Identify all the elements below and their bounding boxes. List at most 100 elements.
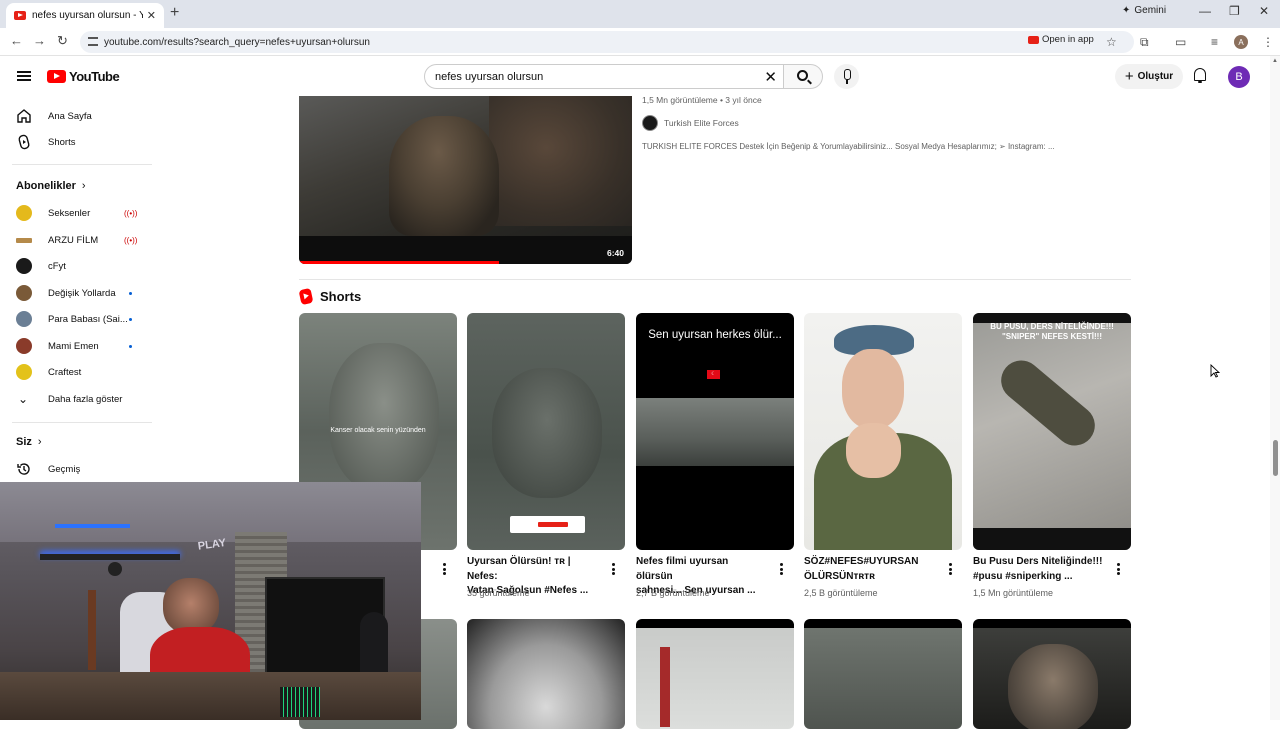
browser-menu-icon[interactable]: ⋮ [1262, 35, 1274, 49]
channel-avatar [16, 237, 32, 243]
short-title-line: SÖZ#NEFES#UYURSAN [804, 556, 919, 567]
more-options-icon[interactable] [443, 563, 446, 575]
voice-search-icon[interactable] [834, 64, 859, 89]
short-title-line: ÖLÜRSÜNᴛʀᴛʀ [804, 570, 875, 582]
shorts-logo-icon [298, 287, 314, 306]
window-close-icon[interactable]: ✕ [1259, 4, 1269, 18]
channel-link[interactable]: Turkish Elite Forces [642, 115, 739, 131]
short-title[interactable]: Bu Pusu Ders Niteliğinde!!! #pusu #snipe… [973, 555, 1103, 584]
short-thumbnail[interactable] [804, 313, 962, 550]
restore-icon[interactable]: ❐ [1229, 4, 1240, 18]
youtube-app-icon [1028, 35, 1039, 44]
back-icon[interactable]: ← [10, 33, 23, 48]
more-options-icon[interactable] [612, 563, 615, 575]
gemini-button[interactable]: ✦ Gemini [1122, 5, 1166, 16]
video-thumbnail[interactable]: 6:40 [299, 96, 632, 264]
page-scrollbar[interactable]: ▲ [1270, 56, 1280, 720]
url-text: youtube.com/results?search_query=nefes+u… [104, 36, 370, 48]
sidebar-item-label: Değişik Yollarda [48, 287, 116, 299]
chevron-down-icon: ⌄ [18, 392, 29, 406]
webcam-overlay: PLAY [0, 482, 421, 720]
open-in-app-label: Open in app [1042, 34, 1094, 45]
webcam-controller [108, 562, 122, 576]
scrollbar-thumb[interactable] [1273, 440, 1278, 476]
shorts-icon [18, 134, 30, 150]
youtube-favicon-icon [14, 11, 26, 20]
search-button[interactable] [783, 64, 823, 89]
tab-close-icon[interactable]: ✕ [147, 9, 156, 22]
section-divider [299, 279, 1131, 280]
extensions-icon[interactable]: ⧉ [1140, 35, 1149, 50]
watch-progress-bar [299, 261, 499, 264]
short-thumbnail[interactable] [636, 619, 794, 729]
create-button[interactable]: + Oluştur [1115, 64, 1183, 89]
short-title-line: Bu Pusu Ders Niteliğinde!!! [973, 556, 1103, 567]
new-tab-button[interactable]: + [170, 4, 179, 22]
address-bar[interactable]: youtube.com/results?search_query=nefes+u… [80, 31, 1134, 53]
subscriptions-header[interactable]: Abonelikler › [16, 180, 86, 192]
sidebar-item-subscription[interactable]: ARZU FİLM ((•)) [0, 227, 160, 253]
minimize-icon[interactable]: — [1199, 4, 1211, 18]
short-overlay-text: Sen uyursan herkes ölür... [648, 329, 782, 341]
bookmark-star-icon[interactable]: ☆ [1106, 35, 1117, 49]
short-thumbnail[interactable] [467, 619, 625, 729]
browser-tab[interactable]: nefes uyursan olursun - YouTube ✕ [6, 3, 164, 28]
open-in-app-button[interactable]: Open in app [1028, 34, 1094, 45]
video-description: TURKISH ELITE FORCES Destek İçin Beğenip… [642, 142, 1055, 151]
channel-avatar [16, 258, 32, 274]
youtube-logo[interactable]: YouTube [47, 69, 120, 84]
reading-list-icon[interactable]: ≡ [1211, 35, 1218, 49]
shorts-title: Shorts [320, 289, 362, 304]
account-avatar[interactable]: B [1228, 66, 1250, 88]
gemini-label: Gemini [1134, 5, 1167, 16]
short-thumbnail[interactable]: Sen uyursan herkes ölür... ☾ [636, 313, 794, 550]
webcam-keyboard-rgb [280, 687, 320, 717]
short-flag [660, 647, 670, 727]
sidebar-item-subscription[interactable]: Seksenler ((•)) [0, 200, 160, 226]
browser-profile-avatar[interactable]: A [1234, 35, 1248, 49]
sidebar-item-subscription[interactable]: Craftest [0, 359, 160, 385]
sidebar-item-home[interactable]: Ana Sayfa [0, 103, 160, 129]
sidebar-item-subscription[interactable]: Mami Emen [0, 333, 160, 359]
sidebar-item-subscription[interactable]: Para Babası (Sai... [0, 306, 160, 332]
webcam-shelf [40, 554, 180, 560]
sidebar-divider [12, 164, 152, 165]
short-face [842, 349, 904, 429]
show-more-button[interactable]: ⌄ Daha fazla göster [0, 386, 160, 412]
scroll-up-icon[interactable]: ▲ [1272, 58, 1278, 64]
short-title[interactable]: SÖZ#NEFES#UYURSAN ÖLÜRSÜNᴛʀᴛʀ [804, 555, 934, 584]
notifications-bell-icon[interactable] [1193, 68, 1207, 83]
chevron-right-icon: › [81, 180, 86, 192]
sidebar-item-history[interactable]: Geçmiş [0, 456, 160, 482]
sidebar-item-subscription[interactable]: Değişik Yollarda [0, 280, 160, 306]
more-options-icon[interactable] [949, 563, 952, 575]
more-options-icon[interactable] [1117, 563, 1120, 575]
webcam-person-head [163, 578, 219, 634]
live-icon: ((•)) [124, 208, 138, 218]
search-query: nefes uyursan olursun [435, 70, 544, 83]
subscribe-overlay [510, 516, 585, 533]
turkish-flag-icon: ☾ [707, 370, 720, 379]
cast-icon[interactable]: ▭ [1175, 35, 1186, 49]
sidebar-item-subscription[interactable]: cFyt [0, 253, 160, 279]
short-thumbnail[interactable] [973, 619, 1131, 729]
reload-icon[interactable]: ↻ [57, 33, 68, 49]
history-icon [17, 463, 30, 475]
short-hand [846, 423, 901, 478]
short-thumbnail[interactable]: BU PUSU, DERS NİTELİĞİNDE!!! "SNIPER" NE… [973, 313, 1131, 550]
short-thumbnail[interactable] [467, 313, 625, 550]
plus-icon: + [1124, 68, 1134, 85]
forward-icon[interactable]: → [33, 33, 46, 48]
browser-toolbar: ← → ↻ youtube.com/results?search_query=n… [0, 28, 1280, 56]
short-views: 2,7 B görüntüleme [636, 588, 710, 598]
clear-search-icon[interactable]: ✕ [764, 68, 777, 86]
sidebar-item-shorts[interactable]: Shorts [0, 129, 160, 155]
short-thumbnail[interactable] [804, 619, 962, 729]
menu-icon[interactable] [17, 71, 31, 81]
more-options-icon[interactable] [780, 563, 783, 575]
you-header[interactable]: Siz › [16, 436, 42, 448]
thumbnail-bg [489, 96, 632, 226]
site-info-icon[interactable] [88, 37, 98, 46]
webcam-ceiling [0, 482, 421, 542]
search-input[interactable]: nefes uyursan olursun ✕ [424, 64, 784, 89]
